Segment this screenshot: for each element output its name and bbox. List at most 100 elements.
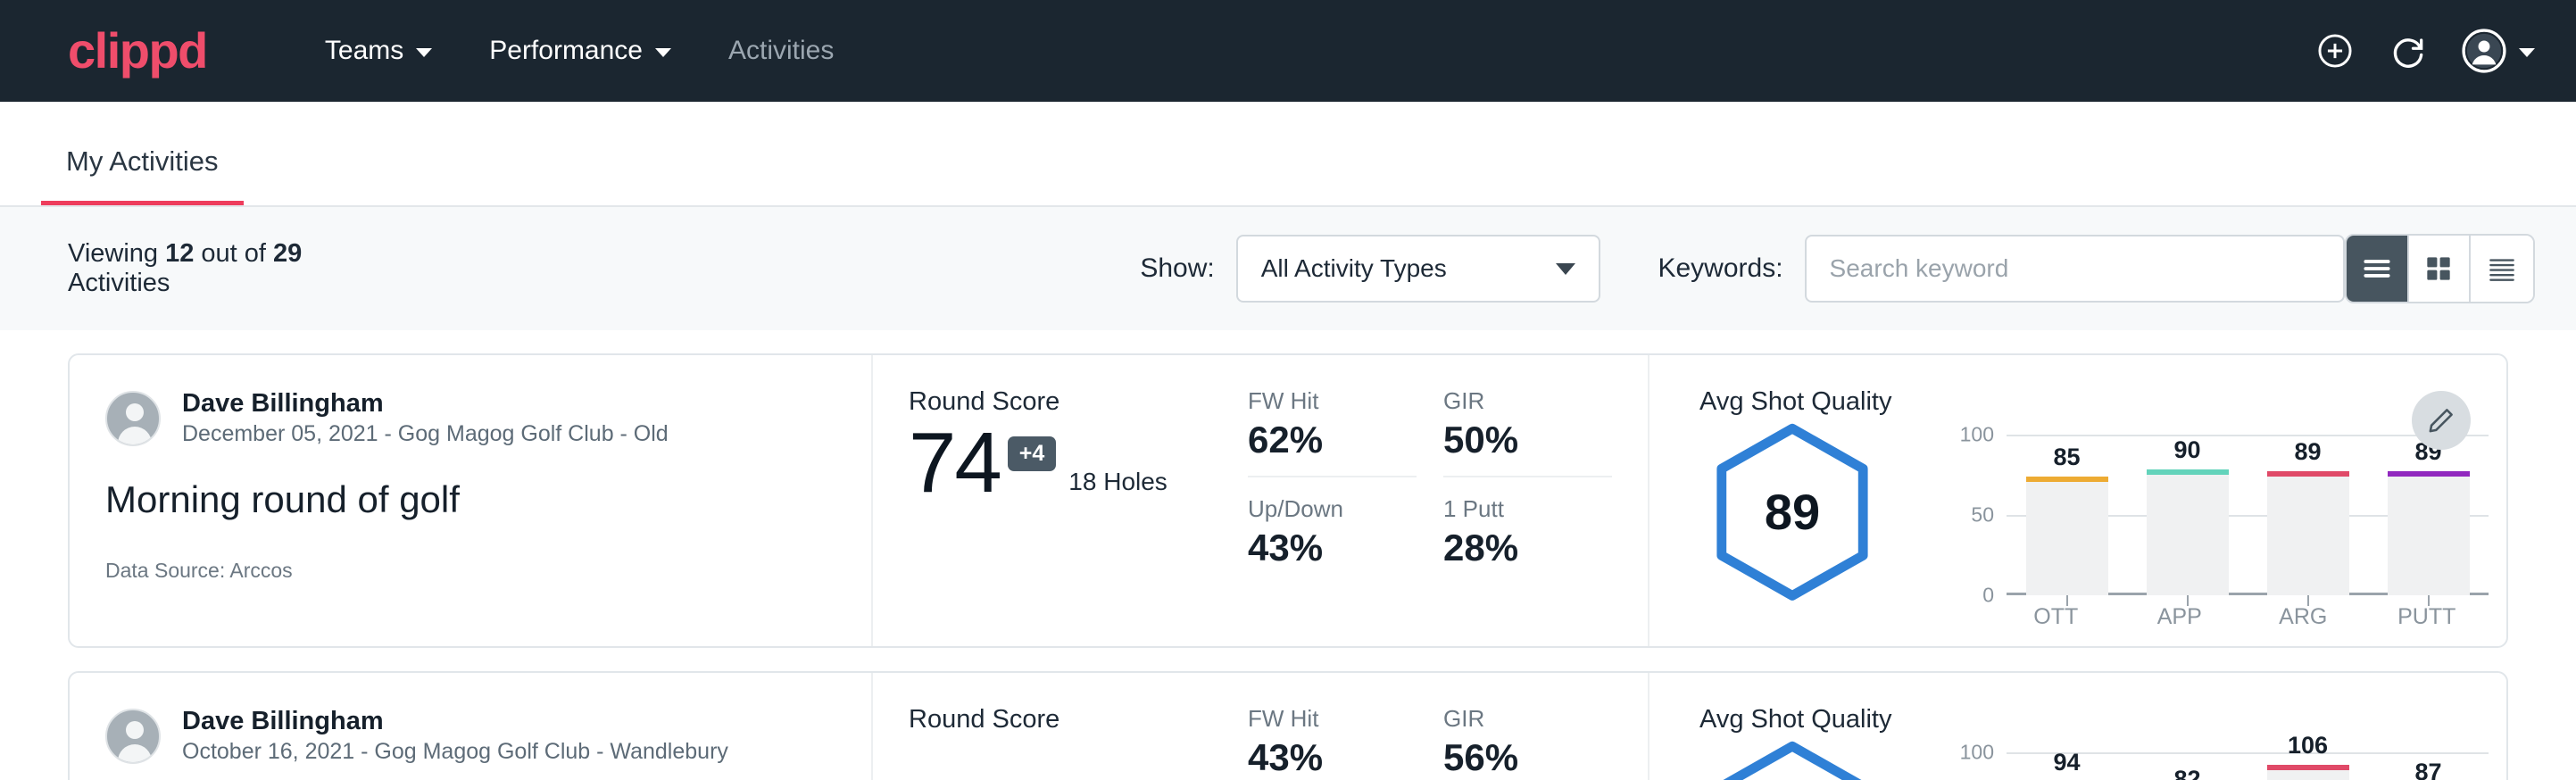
chart-bar-cap <box>2388 471 2470 477</box>
stat-block: FW Hit 62% <box>1248 387 1417 495</box>
avatar <box>105 391 161 446</box>
y-tick: 100 <box>1960 423 1994 447</box>
chart-bar-value: 87 <box>2414 759 2441 780</box>
keywords-label: Keywords: <box>1658 253 1782 284</box>
shot-quality-chart: 100 50 0 85 90 89 89 <box>1940 422 2489 630</box>
round-score-column: Round Score 74 +4 18 Holes <box>873 355 1248 646</box>
shot-quality-column: Avg Shot Quality 100 50 0 <box>1649 673 2506 780</box>
x-tick-label: OTT <box>1994 604 2118 630</box>
tab-my-activities[interactable]: My Activities <box>41 145 244 205</box>
stats-column: FW Hit 43% GIR 56% <box>1248 673 1649 780</box>
viewing-count: 12 <box>165 239 194 268</box>
list-view-icon <box>2360 252 2394 286</box>
chart-bar-value: 82 <box>2173 766 2200 780</box>
activity-type-select-value: All Activity Types <box>1261 254 1556 283</box>
chart-bar-cap <box>2267 765 2349 770</box>
viewing-total: 29 <box>273 239 302 268</box>
stat-block: GIR 56% <box>1443 705 1612 780</box>
shot-quality-column: Avg Shot Quality 89 100 50 0 <box>1649 355 2506 646</box>
shot-quality-body: 89 100 50 0 <box>1699 422 2506 630</box>
y-tick: 0 <box>1982 584 1994 608</box>
primary-nav: Teams Performance Activities <box>296 36 862 66</box>
stat-label: GIR <box>1443 705 1612 733</box>
activity-card[interactable]: Dave Billingham December 05, 2021 - Gog … <box>68 353 2508 648</box>
activity-info-column: Dave Billingham October 16, 2021 - Gog M… <box>70 673 873 780</box>
chart-bar-cell: 89 <box>2368 435 2489 595</box>
stat-label: Up/Down <box>1248 495 1417 523</box>
tab-bar: My Activities <box>0 102 2576 207</box>
chart-bar <box>2147 469 2229 595</box>
chart-bar-value: 90 <box>2173 436 2200 464</box>
holes-played: 18 Holes <box>1068 468 1168 496</box>
activity-author: Dave Billingham October 16, 2021 - Gog M… <box>105 705 835 768</box>
avatar <box>105 709 161 764</box>
shot-quality-chart: 100 50 0 948210687 <box>1940 740 2489 780</box>
activity-title: Morning round of golf <box>105 478 835 521</box>
stat-value: 50% <box>1443 419 1612 477</box>
show-label: Show: <box>1140 253 1214 284</box>
filter-toolbar: Viewing 12 out of 29 Activities Show: Al… <box>0 207 2576 330</box>
stat-label: FW Hit <box>1248 705 1417 733</box>
stat-value: 56% <box>1443 736 1612 780</box>
activity-card[interactable]: Dave Billingham October 16, 2021 - Gog M… <box>68 671 2508 780</box>
author-name: Dave Billingham <box>182 387 669 419</box>
chart-bar-value: 85 <box>2053 444 2080 471</box>
pencil-icon <box>2426 405 2456 436</box>
x-tick-label: ARG <box>2241 604 2365 630</box>
viewing-prefix: Viewing <box>68 239 165 268</box>
brand-logo[interactable]: clippd <box>68 26 207 76</box>
chevron-down-icon <box>416 48 432 57</box>
chart-bar-value: 89 <box>2294 438 2321 466</box>
author-meta: December 05, 2021 - Gog Magog Golf Club … <box>182 419 669 450</box>
hexagon-icon <box>1712 740 1873 780</box>
edit-activity-button[interactable] <box>2412 391 2471 450</box>
round-score-column: Round Score <box>873 673 1248 780</box>
activity-list: Dave Billingham December 05, 2021 - Gog … <box>0 353 2576 780</box>
grid-view-icon <box>2422 252 2456 286</box>
avg-shot-quality-value: 89 <box>1765 483 1820 541</box>
y-tick: 50 <box>1971 503 1994 527</box>
chart-bar <box>2388 471 2470 595</box>
activity-type-select[interactable]: All Activity Types <box>1236 235 1600 303</box>
stat-value: 43% <box>1248 736 1417 780</box>
round-score-label: Round Score <box>909 705 1248 734</box>
chart-bar-cell: 94 <box>2007 752 2127 780</box>
nav-item-performance[interactable]: Performance <box>461 36 700 66</box>
nav-item-performance-label: Performance <box>489 36 643 66</box>
view-mode-list-button[interactable] <box>2347 236 2409 302</box>
stat-value: 28% <box>1443 527 1612 584</box>
avg-shot-quality-label: Avg Shot Quality <box>1699 387 2506 417</box>
y-tick: 100 <box>1960 741 1994 765</box>
chevron-down-icon <box>1556 263 1575 275</box>
chart-bar-cap <box>2147 469 2229 475</box>
avg-shot-quality-hexagon <box>1712 740 1873 780</box>
chart-y-axis: 100 50 0 <box>1940 752 1994 780</box>
plus-circle-icon[interactable] <box>2315 31 2355 71</box>
nav-item-activities-label: Activities <box>728 36 834 66</box>
x-axis-tick <box>2187 595 2189 606</box>
activity-info-column: Dave Billingham December 05, 2021 - Gog … <box>70 355 873 646</box>
account-avatar-icon <box>2462 29 2506 73</box>
stat-value: 62% <box>1248 419 1417 477</box>
round-score-value: 74 <box>909 419 1001 509</box>
stat-value: 43% <box>1248 527 1417 584</box>
search-input[interactable]: Search keyword <box>1805 235 2345 303</box>
chart-bar <box>2267 765 2349 780</box>
nav-item-teams[interactable]: Teams <box>296 36 461 66</box>
account-menu[interactable] <box>2462 29 2535 73</box>
shot-quality-body: 100 50 0 948210687 <box>1699 740 2506 780</box>
refresh-icon[interactable] <box>2389 31 2428 71</box>
stat-block: FW Hit 43% <box>1248 705 1417 780</box>
chart-bars: 948210687 <box>2007 752 2489 780</box>
view-mode-grid-button[interactable] <box>2409 236 2472 302</box>
view-mode-compact-button[interactable] <box>2471 236 2533 302</box>
chart-bar-cell: 82 <box>2127 752 2248 780</box>
compact-view-icon <box>2485 252 2519 286</box>
chart-bar-value: 94 <box>2053 749 2080 776</box>
chart-bar-cell: 87 <box>2368 752 2489 780</box>
viewing-count-text: Viewing 12 out of 29 Activities <box>68 239 374 298</box>
activity-author: Dave Billingham December 05, 2021 - Gog … <box>105 387 835 450</box>
nav-item-activities[interactable]: Activities <box>700 36 862 66</box>
round-score-row: 74 +4 18 Holes <box>909 419 1248 509</box>
chart-bar-cap <box>2026 477 2108 482</box>
